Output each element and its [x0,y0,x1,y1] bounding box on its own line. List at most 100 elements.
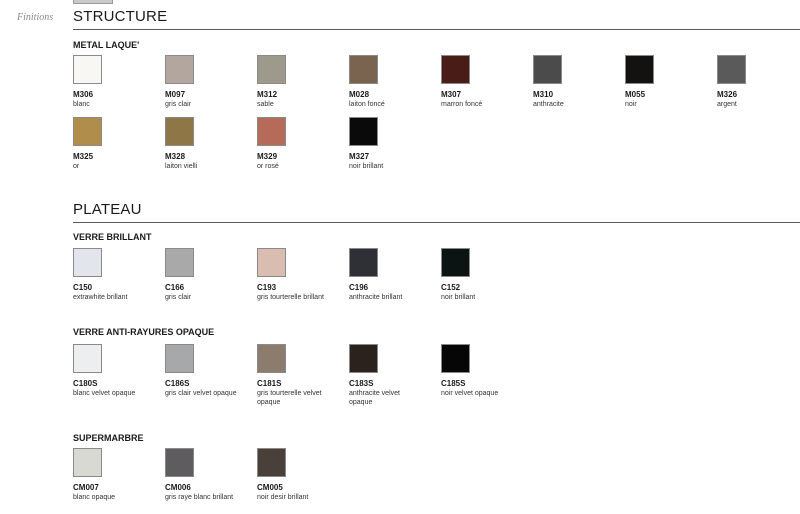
color-swatch [441,344,470,373]
finish-code: C152 [441,283,461,292]
color-swatch [349,117,378,146]
finish-name: gris tourterelle velvet opaque [257,390,322,406]
side-label: Finitions [17,12,54,23]
finish-code: M028 [349,90,370,99]
finish-name: gris clair velvet opaque [165,390,237,397]
finish-swatch-item: M055 noir [625,55,715,109]
finish-code: M329 [257,152,278,161]
finish-name: gris clair [165,294,192,301]
finish-name: or [73,163,80,170]
finish-swatch-item: CM006 gris raye blanc brillant [165,448,255,502]
color-swatch [257,117,286,146]
finish-code: M310 [533,90,554,99]
color-swatch [165,344,194,373]
finish-swatch-item: M327 noir brillant [349,117,439,171]
color-swatch [73,248,102,277]
color-swatch [257,55,286,84]
finish-name: noir desir brillant [257,494,309,501]
finish-swatch-item: M306 blanc [73,55,163,109]
finish-name: laiton vielli [165,163,198,170]
finish-name: sable [257,101,274,108]
finish-code: C196 [349,283,369,292]
finish-code: M326 [717,90,738,99]
finish-swatch-item: C193 gris tourterelle brillant [257,248,347,302]
finish-swatch-item: M307 marron foncé [441,55,531,109]
finish-swatch-item: M028 laiton foncé [349,55,439,109]
finish-code: C193 [257,283,277,292]
color-swatch [73,344,102,373]
color-swatch [441,55,470,84]
category-label-verre-anti-rayures: VERRE ANTI-RAYURES OPAQUE [73,327,215,337]
finish-swatch-item: M329 or rosé [257,117,347,171]
color-swatch [257,248,286,277]
color-swatch [349,344,378,373]
finish-swatch-item: C196 anthracite brillant [349,248,439,302]
finish-name: gris clair [165,101,192,108]
color-swatch [533,55,562,84]
finish-name: noir brillant [441,294,476,301]
category-label-supermarbre: SUPERMARBRE [73,433,144,443]
finish-swatch-item: C183S anthracite velvet opaque [349,344,439,407]
finish-swatch-item: M328 laiton vielli [165,117,255,171]
finish-name: noir [625,101,637,108]
finish-name: blanc [73,101,90,108]
finish-code: M325 [73,152,94,161]
finish-swatch-item: M326 argent [717,55,800,109]
finish-code: M327 [349,152,370,161]
finish-swatch-item: C166 gris clair [165,248,255,302]
top-edge-tab [73,0,113,4]
color-swatch [73,117,102,146]
finish-code: M055 [625,90,646,99]
finish-name: gris raye blanc brillant [165,494,234,501]
finish-code: M312 [257,90,278,99]
finish-code: C181S [257,379,282,388]
finish-name: extrawhite brillant [73,294,128,301]
finish-name: laiton foncé [349,101,385,108]
finish-swatch-item: C152 noir brillant [441,248,531,302]
finish-code: C185S [441,379,466,388]
finish-swatch-item: M325 or [73,117,163,171]
color-swatch [165,448,194,477]
finish-code: M307 [441,90,462,99]
finish-code: C183S [349,379,374,388]
finish-swatch-item: CM005 noir desir brillant [257,448,347,502]
finish-code: CM006 [165,483,191,492]
finish-swatch-item: CM007 blanc opaque [73,448,163,502]
finish-code: C180S [73,379,98,388]
finish-swatch-item: C181S gris tourterelle velvet opaque [257,344,347,407]
finish-name: argent [717,101,737,108]
finish-swatch-item: C180S blanc velvet opaque [73,344,163,398]
color-swatch [73,55,102,84]
section-title-plateau: PLATEAU [73,201,142,218]
finish-name: gris tourterelle brillant [257,294,324,301]
finish-swatch-item: C186S gris clair velvet opaque [165,344,255,398]
color-swatch [349,55,378,84]
color-swatch [73,448,102,477]
finish-swatch-item: C185S noir velvet opaque [441,344,531,398]
finish-swatch-item: C150 extrawhite brillant [73,248,163,302]
finish-name: marron foncé [441,101,483,108]
finish-name: blanc velvet opaque [73,390,136,397]
finish-name: anthracite brillant [349,294,403,301]
category-label-metal-laque: METAL LAQUE' [73,40,140,50]
color-swatch [717,55,746,84]
finish-name: noir velvet opaque [441,390,499,397]
finish-name: anthracite [533,101,564,108]
finish-name: or rosé [257,163,279,170]
color-swatch [165,248,194,277]
section-divider [73,29,800,30]
color-swatch [257,344,286,373]
color-swatch [441,248,470,277]
color-swatch [257,448,286,477]
finish-name: noir brillant [349,163,384,170]
color-swatch [165,117,194,146]
category-label-verre-brillant: VERRE BRILLANT [73,232,152,242]
section-title-structure: STRUCTURE [73,8,168,25]
finish-swatch-item: M312 sable [257,55,347,109]
finish-code: C186S [165,379,190,388]
color-swatch [349,248,378,277]
color-swatch [165,55,194,84]
finish-name: blanc opaque [73,494,116,501]
finish-name: anthracite velvet opaque [349,390,400,406]
finish-code: CM005 [257,483,283,492]
